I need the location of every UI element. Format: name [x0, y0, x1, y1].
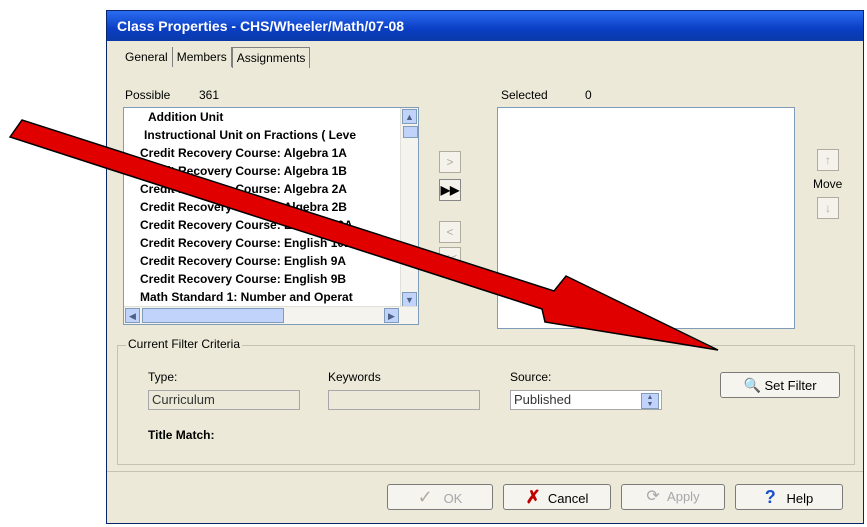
list-item[interactable]: Credit Recovery Course: Algebra 1A	[140, 146, 347, 160]
magnifier-icon: 🔍	[743, 377, 761, 393]
list-item[interactable]: Instructional Unit on Fractions ( Leve	[144, 128, 356, 142]
tab-general[interactable]: General	[121, 47, 173, 67]
horizontal-scroll-thumb[interactable]	[142, 308, 284, 323]
help-button[interactable]: ? Help	[735, 484, 843, 510]
move-up-button[interactable]: ↑	[817, 149, 839, 171]
add-all-button[interactable]: ▶▶	[439, 179, 461, 201]
list-item[interactable]: Math Standard 1: Number and Operat	[140, 290, 353, 304]
remove-all-button[interactable]: <<	[439, 247, 461, 269]
source-value: Published	[514, 392, 572, 407]
add-selected-button[interactable]: >	[439, 151, 461, 173]
horizontal-scrollbar[interactable]: ◀ ▶	[124, 306, 418, 324]
tab-members[interactable]: Members	[173, 47, 232, 67]
list-item[interactable]: Addition Unit	[148, 110, 223, 124]
title-match-label: Title Match:	[148, 428, 215, 442]
keywords-field	[328, 390, 480, 410]
filter-criteria-group: Current Filter Criteria Type: Curriculum…	[117, 337, 855, 465]
list-item[interactable]: Credit Recovery Course: English 10A	[140, 218, 353, 232]
tab-assignments[interactable]: Assignments	[231, 47, 311, 68]
selected-count: 0	[585, 88, 592, 102]
possible-count: 361	[199, 88, 220, 102]
spinner-icon[interactable]: ▲ ▼	[641, 393, 659, 409]
refresh-icon: ⟳	[646, 488, 660, 505]
scroll-right-icon[interactable]: ▶	[384, 308, 399, 323]
ok-label: OK	[443, 491, 463, 506]
source-field[interactable]: Published ▲ ▼	[510, 390, 662, 410]
cancel-label: Cancel	[547, 491, 589, 506]
list-item[interactable]: Credit Recovery Course: Algebra 2A	[140, 182, 347, 196]
list-item[interactable]: Credit Recovery Course: Algebra 1B	[140, 164, 347, 178]
ok-button[interactable]: ✓ OK	[387, 484, 493, 510]
set-filter-button[interactable]: 🔍 Set Filter	[720, 372, 840, 398]
set-filter-label: Set Filter	[764, 378, 817, 393]
window-title: Class Properties - CHS/Wheeler/Math/07-0…	[107, 11, 863, 41]
checkmark-icon: ✓	[417, 487, 433, 507]
type-label: Type:	[148, 370, 178, 384]
move-down-button[interactable]: ↓	[817, 197, 839, 219]
selected-label: Selected	[501, 88, 548, 102]
dialog-button-bar: ✓ OK ✗ Cancel ⟳ Apply ? Help	[107, 471, 863, 524]
apply-label: Apply	[667, 489, 700, 504]
possible-label: Possible	[125, 88, 171, 102]
list-item[interactable]: Credit Recovery Course: English 10B	[140, 236, 353, 250]
help-icon: ?	[764, 487, 776, 507]
class-properties-window: Class Properties - CHS/Wheeler/Math/07-0…	[106, 10, 864, 524]
vertical-scrollbar[interactable]: ▲ ▼	[400, 108, 418, 308]
selected-listbox[interactable]	[497, 107, 795, 329]
source-label: Source:	[510, 370, 552, 384]
scroll-left-icon[interactable]: ◀	[125, 308, 140, 323]
possible-listbox[interactable]: Addition Unit Instructional Unit on Frac…	[123, 107, 419, 325]
apply-button[interactable]: ⟳ Apply	[621, 484, 725, 510]
list-item[interactable]: Credit Recovery Course: English 9B	[140, 272, 346, 286]
list-item[interactable]: Credit Recovery Course: English 9A	[140, 254, 346, 268]
help-label: Help	[786, 491, 814, 506]
move-label: Move	[813, 177, 843, 191]
filter-group-title: Current Filter Criteria	[126, 337, 243, 351]
scroll-up-icon[interactable]: ▲	[402, 109, 417, 124]
type-field: Curriculum	[148, 390, 300, 410]
scroll-down-icon[interactable]: ▼	[402, 292, 417, 307]
keywords-label: Keywords	[328, 370, 381, 384]
vertical-scroll-thumb[interactable]	[403, 126, 418, 138]
tab-strip: General Members Assignments	[121, 47, 311, 68]
list-item[interactable]: Credit Recovery Course: Algebra 2B	[140, 200, 347, 214]
remove-selected-button[interactable]: <	[439, 221, 461, 243]
close-icon: ✗	[525, 487, 541, 507]
cancel-button[interactable]: ✗ Cancel	[503, 484, 611, 510]
